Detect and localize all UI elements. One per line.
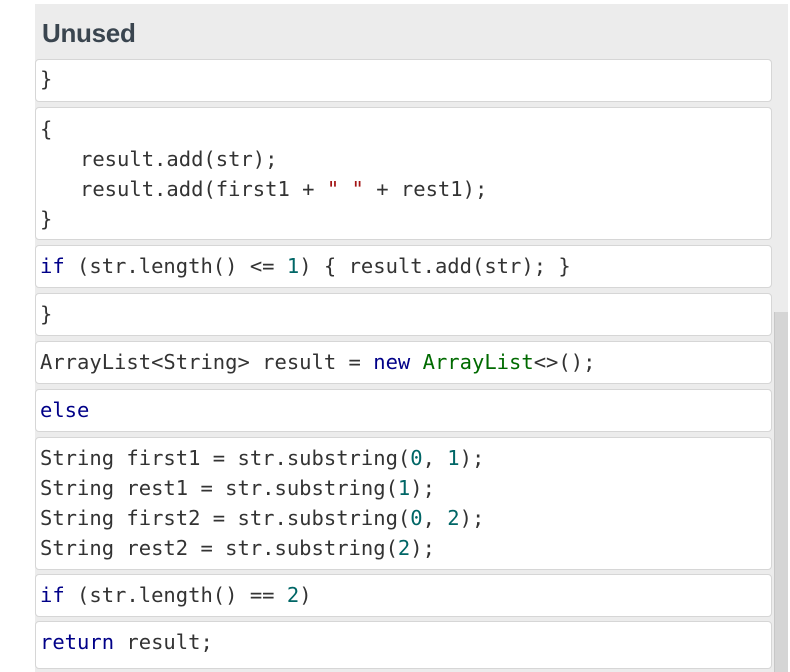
code-block-close-brace-2[interactable]: } [35, 293, 772, 336]
code-token: + rest1); [363, 177, 488, 201]
code-line: } [40, 302, 53, 326]
code-token: result.add(first1 + [80, 177, 327, 201]
panel-title: Unused [42, 18, 136, 48]
code-token-keyword: if [40, 583, 65, 607]
vertical-scrollbar[interactable] [774, 312, 788, 672]
unused-blocks-panel: Unused } { result.add(str); result.add(f… [35, 4, 788, 672]
code-line: ArrayList<String> result = new ArrayList… [40, 347, 595, 377]
code-line: } [40, 67, 53, 91]
code-token-class: ArrayList [422, 350, 534, 374]
code-token-number: 1 [397, 476, 411, 500]
code-token-number: 0 [410, 506, 423, 530]
code-token: String rest1 = str.substring( [40, 476, 398, 500]
code-token-number: 2 [447, 506, 460, 530]
code-token: (str.length() <= [64, 254, 287, 278]
code-line: else [40, 398, 90, 422]
code-line: String rest2 = str.substring(2); [40, 533, 435, 563]
code-line: String rest1 = str.substring(1); [40, 473, 435, 503]
code-line: if (str.length() == 2) [40, 580, 312, 610]
code-token-keyword: return [40, 630, 115, 654]
code-line: return result; [40, 627, 213, 657]
code-token: , [422, 506, 448, 530]
code-line: String first1 = str.substring(0, 1); [40, 443, 484, 473]
code-token-number: 1 [447, 446, 460, 470]
code-token: ) [299, 583, 312, 607]
code-token: ); [459, 506, 485, 530]
code-block-else[interactable]: else [35, 389, 772, 432]
code-block-length-two-if[interactable]: if (str.length() == 2) [35, 574, 772, 617]
code-token: String rest2 = str.substring( [40, 536, 398, 560]
code-token: ) { result.add(str); } [299, 254, 571, 278]
code-line: } [40, 207, 53, 231]
code-token: ); [410, 536, 435, 560]
code-token-number: 0 [410, 446, 423, 470]
code-line: if (str.length() <= 1) { result.add(str)… [40, 251, 571, 281]
code-token-keyword: if [40, 254, 65, 278]
code-line: { [40, 117, 53, 141]
code-token-number: 2 [286, 583, 300, 607]
code-token: <>(); [533, 350, 596, 374]
code-block-arraylist-decl[interactable]: ArrayList<String> result = new ArrayList… [35, 341, 772, 384]
code-token: result; [114, 630, 213, 654]
blocks-area: } { result.add(str); result.add(first1 +… [35, 59, 788, 672]
code-token-keyword: new [373, 350, 411, 374]
code-token: String first2 = str.substring( [40, 506, 411, 530]
code-token: ); [410, 476, 435, 500]
code-token: (str.length() == [64, 583, 287, 607]
code-block-substrings[interactable]: String first1 = str.substring(0, 1); Str… [35, 437, 772, 570]
code-line: result.add(str); [80, 147, 278, 171]
code-token-number: 2 [397, 536, 411, 560]
code-block-base-case-if[interactable]: if (str.length() <= 1) { result.add(str)… [35, 245, 772, 288]
code-token: ArrayList<String> result = [40, 350, 374, 374]
code-block-return[interactable]: return result; [35, 621, 772, 669]
code-token-string: " " [326, 177, 364, 201]
code-token: ); [459, 446, 485, 470]
code-token: String first1 = str.substring( [40, 446, 411, 470]
code-token: , [422, 446, 448, 470]
code-block-add-results[interactable]: { result.add(str); result.add(first1 + "… [35, 107, 772, 240]
code-line: result.add(first1 + " " + rest1); [80, 174, 487, 204]
code-line: String first2 = str.substring(0, 2); [40, 503, 484, 533]
code-block-close-brace-1[interactable]: } [35, 59, 772, 102]
code-token-number: 1 [286, 254, 300, 278]
